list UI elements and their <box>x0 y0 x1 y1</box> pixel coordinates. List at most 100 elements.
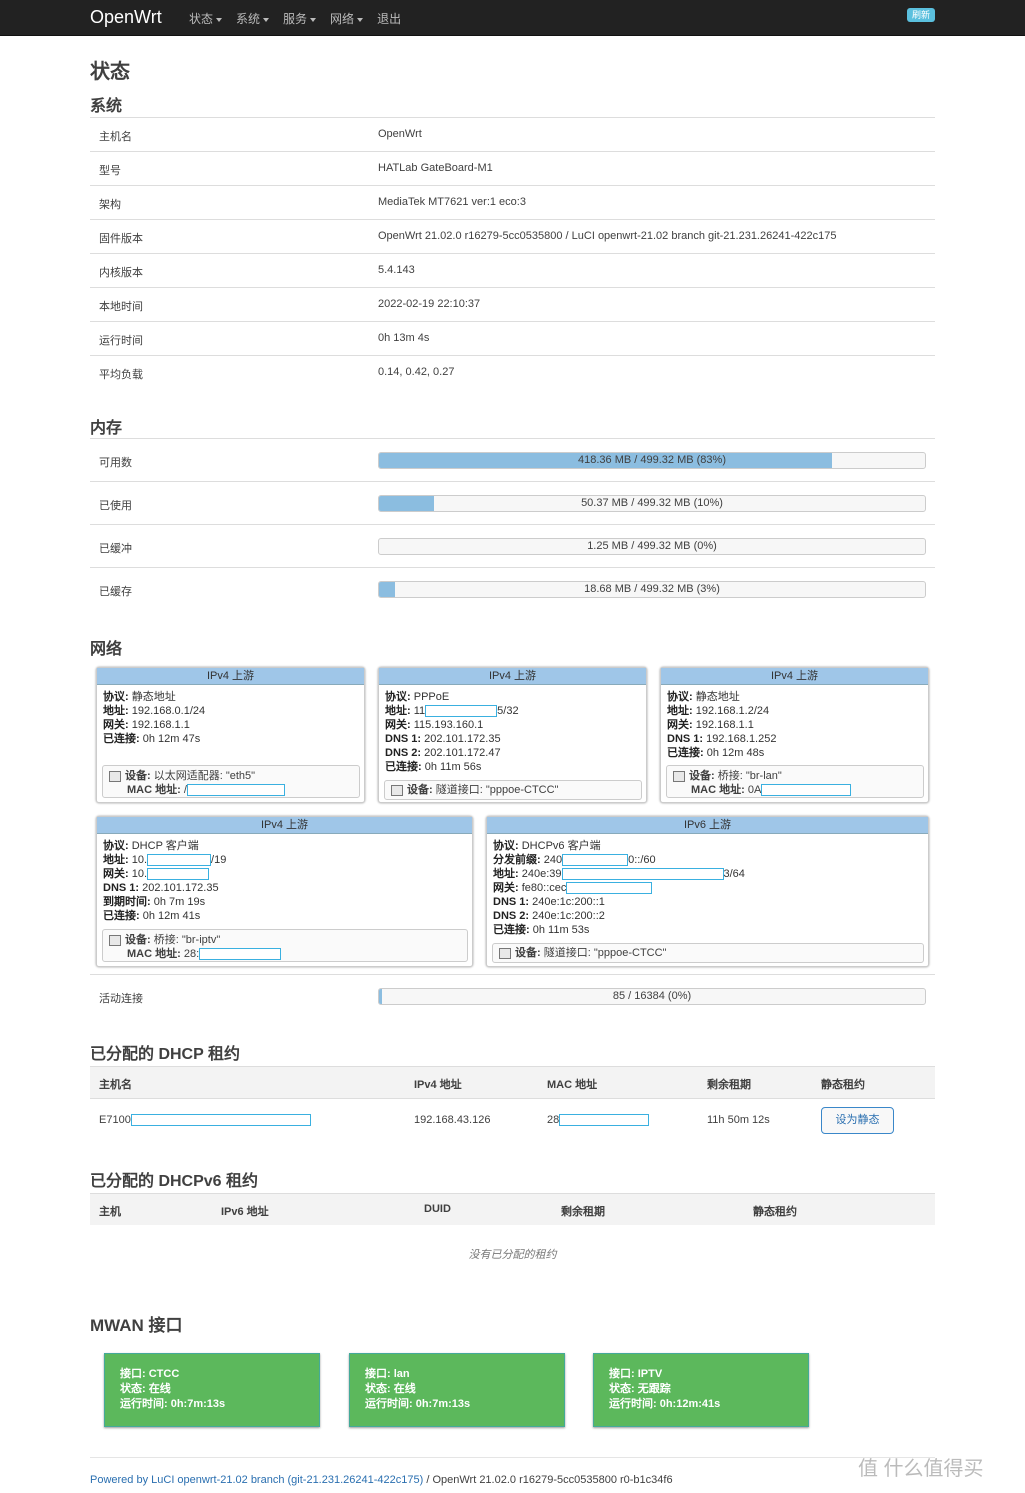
redaction-box <box>186 784 285 797</box>
menu-logout[interactable]: 退出 <box>370 0 408 36</box>
value: 202.101.172.35 <box>424 733 501 745</box>
row-label: 平均负载 <box>99 369 143 381</box>
redaction-box <box>199 948 282 961</box>
device-box: 设备: 隧道接口: "pppoe-CTCC" <box>384 780 642 800</box>
row-label: 本地时间 <box>99 301 143 313</box>
value: 0h 11m 53s <box>532 924 590 936</box>
label: 已连接: <box>385 761 422 773</box>
label: DNS 2: <box>385 747 422 759</box>
dhcp-lease-table: 主机名 IPv4 地址 MAC 地址 剩余租期 静态租约 E7100 192.1… <box>90 1066 935 1142</box>
lease-cell: 11h 50m 12s <box>707 1114 770 1126</box>
menu-services[interactable]: 服务 <box>276 0 323 36</box>
value: 隧道接口: "pppoe-CTCC" <box>543 947 667 959</box>
progress-bar: 418.36 MB / 499.32 MB (83%) <box>378 452 926 469</box>
column-header: 静态租约 <box>821 1079 865 1091</box>
label: DNS 2: <box>493 910 530 922</box>
page-title: 状态 <box>90 61 130 83</box>
ethernet-icon <box>109 770 121 782</box>
label: 设备: <box>125 770 151 782</box>
menu-network[interactable]: 网络 <box>323 0 370 36</box>
label: 已连接: <box>103 910 140 922</box>
label: 网关: <box>667 719 693 731</box>
card-line: 状态: 在线 <box>120 1383 171 1395</box>
value: 192.168.1.252 <box>706 733 777 745</box>
box-body: 协议: DHCPv6 客户端 分发前缀: 240 0::/60 地址: 240e:… <box>487 834 928 937</box>
value: 28 <box>547 1114 560 1126</box>
label: MAC 地址: <box>127 784 181 796</box>
label: 协议: <box>493 840 519 852</box>
row-value: 5.4.143 <box>378 264 415 276</box>
value: /19 <box>211 854 227 866</box>
memory-section-title: 内存 <box>90 420 123 437</box>
label: 协议: <box>667 691 693 703</box>
table-row: 本地时间 2022-02-19 22:10:37 <box>90 287 935 321</box>
label: 设备: <box>689 770 715 782</box>
redaction-box <box>566 882 653 895</box>
value: DHCP 客户端 <box>131 840 199 852</box>
value: 以太网适配器: "eth5" <box>153 770 256 782</box>
menu-status[interactable]: 状态 <box>182 0 229 36</box>
value: 240e:1c:200::1 <box>532 896 605 908</box>
menu-system[interactable]: 系统 <box>229 0 276 36</box>
row-value: 2022-02-19 22:10:37 <box>378 298 481 310</box>
box-header: IPv4 上游 <box>379 668 646 685</box>
label: 已连接: <box>103 733 140 745</box>
table-row: 架构 MediaTek MT7621 ver:1 eco:3 <box>90 185 935 219</box>
value: fe80::cec <box>521 882 567 894</box>
redaction-box <box>130 1114 311 1127</box>
progress-text: 18.68 MB / 499.32 MB (3%) <box>584 583 720 595</box>
card-line: 运行时间: 0h:12m:41s <box>609 1398 721 1410</box>
chevron-down-icon <box>357 17 364 22</box>
card-line: 运行时间: 0h:7m:13s <box>120 1398 226 1410</box>
label: 协议: <box>385 691 411 703</box>
system-section-title: 系统 <box>90 98 123 115</box>
value: 5/32 <box>497 705 519 717</box>
table-row: 运行时间 0h 13m 4s <box>90 321 935 355</box>
bridge-icon <box>673 770 685 782</box>
card-line: 运行时间: 0h:7m:13s <box>365 1398 471 1410</box>
label: 设备: <box>407 784 433 796</box>
table-row: 已缓存 18.68 MB / 499.32 MB (3%) <box>90 567 935 610</box>
table-row: 已使用 50.37 MB / 499.32 MB (10%) <box>90 481 935 524</box>
progress-bar: 18.68 MB / 499.32 MB (3%) <box>378 581 926 598</box>
value: 桥接: "br-iptv" <box>153 934 221 946</box>
row-label: 已缓冲 <box>99 543 132 555</box>
table-row: 主机名 OpenWrt <box>90 117 935 151</box>
row-label: 已使用 <box>99 500 132 512</box>
box-header: IPv6 上游 <box>487 817 928 834</box>
progress-text: 418.36 MB / 499.32 MB (83%) <box>578 454 726 466</box>
menu-services-label: 服务 <box>283 12 308 26</box>
row-label: 运行时间 <box>99 335 143 347</box>
card-line: 接口: CTCC <box>120 1368 180 1380</box>
refresh-badge[interactable]: 刷新 <box>907 8 935 22</box>
progress-text: 1.25 MB / 499.32 MB (0%) <box>587 540 717 552</box>
brand-logo[interactable]: OpenWrt <box>90 7 162 28</box>
luci-link[interactable]: Powered by LuCI openwrt-21.02 branch (gi… <box>90 1474 423 1486</box>
row-value: OpenWrt <box>378 128 422 140</box>
row-value: MediaTek MT7621 ver:1 eco:3 <box>378 196 526 208</box>
value: 0h 12m 47s <box>142 733 201 745</box>
value: 240 <box>543 854 563 866</box>
progress-bar: 1.25 MB / 499.32 MB (0%) <box>378 538 926 555</box>
memory-table: 可用数 418.36 MB / 499.32 MB (83%) 已使用 50.37 … <box>90 438 935 610</box>
card-line: 接口: IPTV <box>609 1368 663 1380</box>
box-body: 协议: 静态地址 地址: 192.168.1.2/24 网关: 192.168.… <box>661 685 928 760</box>
device-box: 设备: 桥接: "br-iptv" MAC 地址: 28: <box>102 929 468 962</box>
column-header: 主机名 <box>99 1079 132 1091</box>
value: 静态地址 <box>131 691 176 703</box>
label: 地址: <box>385 705 411 717</box>
label: 地址: <box>103 854 129 866</box>
value: 240e:1c:200::2 <box>532 910 605 922</box>
value: 10. <box>131 854 148 866</box>
mwan-interface-card: 接口: IPTV 状态: 无跟踪 运行时间: 0h:12m:41s <box>593 1353 809 1427</box>
table-row: E7100 192.168.43.126 28 11h 50m 12s 设为静态 <box>90 1098 935 1142</box>
set-static-button[interactable]: 设为静态 <box>821 1107 894 1134</box>
progress-text: 85 / 16384 (0%) <box>612 990 692 1002</box>
label: 地址: <box>493 868 519 880</box>
device-box: 设备: 隧道接口: "pppoe-CTCC" <box>492 943 924 963</box>
value: 0h 7m 19s <box>153 896 206 908</box>
value: 隧道接口: "pppoe-CTCC" <box>435 784 559 796</box>
label: DNS 1: <box>385 733 422 745</box>
ipv6-upstream-box: IPv6 上游 协议: DHCPv6 客户端 分发前缀: 240 0::/60 地… <box>486 816 929 967</box>
row-label: 架构 <box>99 199 121 211</box>
